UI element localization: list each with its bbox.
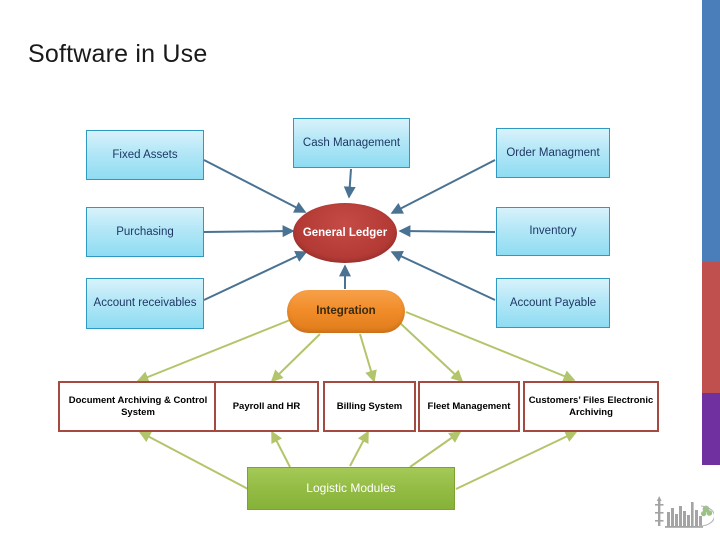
refinery-plant-logo-icon — [655, 496, 714, 528]
connector-layer — [136, 159, 578, 490]
node-account-receivables[interactable]: Account receivables — [86, 278, 204, 329]
node-cash-management[interactable]: Cash Management — [293, 118, 410, 168]
node-payroll-hr[interactable]: Payroll and HR — [214, 381, 319, 432]
slide-canvas: Software in Use Fixed Assets Purchasing … — [0, 0, 720, 540]
node-logistic-modules[interactable]: Logistic Modules — [247, 467, 455, 510]
node-fixed-assets[interactable]: Fixed Assets — [86, 130, 204, 180]
node-document-archiving[interactable]: Document Archiving & Control System — [58, 381, 218, 432]
node-inventory[interactable]: Inventory — [496, 207, 610, 256]
node-billing-system[interactable]: Billing System — [323, 381, 416, 432]
node-customers-files[interactable]: Customers’ Files Electronic Archiving — [523, 381, 659, 432]
node-fleet-management[interactable]: Fleet Management — [418, 381, 520, 432]
node-general-ledger[interactable]: General Ledger — [293, 203, 397, 263]
node-account-payable[interactable]: Account Payable — [496, 278, 610, 328]
node-purchasing[interactable]: Purchasing — [86, 207, 204, 257]
node-integration[interactable]: Integration — [287, 290, 405, 333]
node-order-management[interactable]: Order Managment — [496, 128, 610, 178]
